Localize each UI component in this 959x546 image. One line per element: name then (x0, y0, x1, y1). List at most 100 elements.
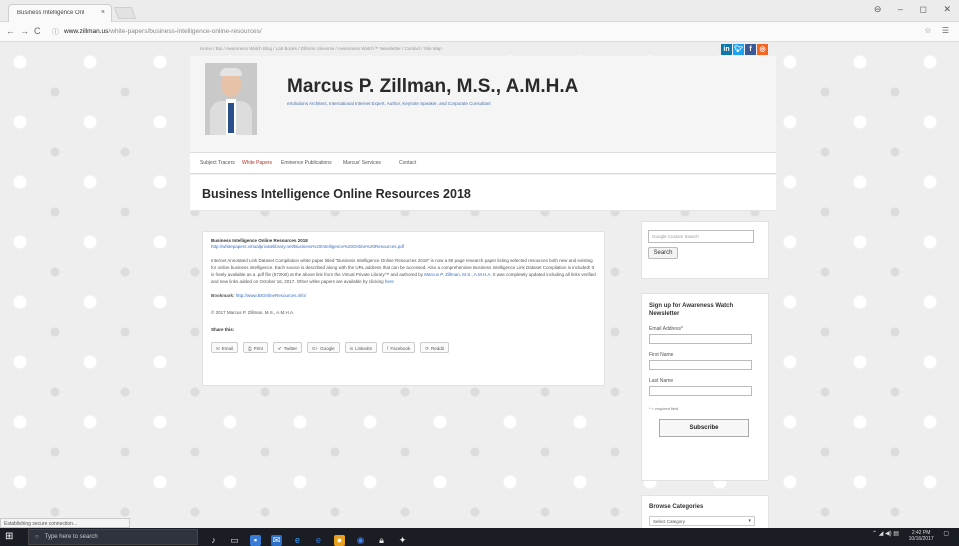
taskbar-search-input[interactable]: ○ Type here to search (28, 529, 198, 545)
site-wrapper: Home / Bio / Awareness Watch Blog / Lab … (190, 42, 776, 528)
nav-item-contact[interactable]: Contact (399, 160, 416, 166)
lock-icon[interactable]: 🔒︎ (376, 535, 387, 546)
keyboard-icon[interactable]: ▤ (893, 531, 899, 537)
facebook-icon[interactable]: f (745, 44, 756, 55)
ie-icon[interactable]: e (313, 535, 324, 546)
author-link[interactable]: Marcus P. Zillman, M.S., A.M.H.A (424, 272, 490, 277)
url-path: /white-papers/business-intelligence-onli… (108, 28, 262, 35)
share-email-button[interactable]: ✉ Email (211, 342, 239, 353)
site-title[interactable]: Marcus P. Zillman, M.S., A.M.H.A (287, 76, 578, 98)
volume-icon[interactable]: ◀) (885, 531, 892, 537)
mic-icon[interactable]: ♪ (208, 535, 219, 546)
app-icon[interactable]: ✦ (397, 535, 408, 546)
star-icon[interactable]: ☆ (924, 26, 931, 35)
categories-widget: Browse Categories Select Category ▾ (641, 495, 769, 528)
share-facebook-button[interactable]: f Facebook (382, 342, 416, 353)
tray-up-icon[interactable]: ⌃ (872, 531, 877, 537)
rss-icon[interactable]: ◎ (757, 44, 768, 55)
google-search-input[interactable]: Google Custom Search (648, 230, 754, 243)
new-tab-button[interactable] (113, 7, 137, 19)
window-controls: ⊖ – ◻ ✕ (860, 4, 951, 15)
address-bar-actions: ☆ ☰ (916, 26, 949, 35)
email-icon: ✉ (216, 346, 220, 351)
minimize-button[interactable]: – (898, 4, 903, 14)
chrome-icon[interactable]: ◉ (355, 535, 366, 546)
share-linkedin-button[interactable]: in LinkedIn (344, 342, 378, 353)
email-label: Email Address* (649, 326, 683, 332)
nav-item-eminence-publications[interactable]: Eminence Publications (281, 160, 332, 166)
required-note: * = required field (649, 406, 679, 411)
category-select[interactable]: Select Category ▾ (649, 516, 755, 526)
categories-title: Browse Categories (649, 504, 704, 510)
first-name-field[interactable] (649, 360, 752, 370)
system-tray: ⌃ ◢ ◀) ▤ 2:42 PM 10/16/2017 ▢ (872, 530, 949, 542)
search-button[interactable]: Search (648, 247, 678, 259)
edge-icon[interactable]: e (292, 535, 303, 546)
share-print-button[interactable]: ⎙ Print (243, 342, 268, 353)
subscribe-button[interactable]: Subscribe (659, 419, 749, 437)
store-icon[interactable]: ▪ (250, 535, 261, 546)
article-content: Business Intelligence Online Resources 2… (202, 231, 605, 386)
author-portrait (205, 63, 257, 135)
firefox-icon[interactable]: ● (334, 535, 345, 546)
site-subtitle: eSolutions Architect, International Inte… (287, 101, 491, 106)
search-icon: ○ (35, 534, 39, 540)
nav-item-white-papers[interactable]: White Papers (242, 160, 272, 166)
bookmark-link[interactable]: http://www.BIOnlineResources.info/ (236, 293, 307, 298)
tab-close-icon[interactable]: × (101, 9, 105, 16)
search-widget: Google Custom Search Search (641, 221, 769, 279)
twitter-icon: ✔ (277, 346, 282, 351)
forward-icon[interactable]: → (20, 26, 29, 36)
top-links: Home / Bio / Awareness Watch Blog / Lab … (190, 42, 776, 56)
maximize-button[interactable]: ◻ (919, 4, 926, 14)
email-field[interactable] (649, 334, 752, 344)
back-icon[interactable]: ← (6, 26, 15, 36)
last-name-field[interactable] (649, 386, 752, 396)
share-label: Share this: (211, 327, 235, 332)
share-buttons: ✉ Email ⎙ Print ✔ Twitter G+ Google in LinkedIn f F… (211, 337, 596, 355)
tab-title: Business Intelligence Onl (17, 10, 85, 16)
mail-icon[interactable]: ✉ (271, 535, 282, 546)
menu-icon[interactable]: ☰ (942, 26, 949, 35)
social-icons: in 🐦︎ f ◎ (720, 44, 768, 55)
reddit-icon: ⟳ (425, 346, 429, 351)
google-plus-icon: G+ (311, 346, 319, 351)
last-name-label: Last Name (649, 378, 674, 384)
status-bar: Establishing secure connection... (0, 518, 130, 528)
clock[interactable]: 2:42 PM 10/16/2017 (909, 530, 934, 542)
linkedin-icon: in (349, 346, 354, 351)
share-twitter-button[interactable]: ✔ Twitter (272, 342, 302, 353)
url-input[interactable]: ⓘ www.zillman.us/white-papers/business-i… (52, 25, 922, 39)
nav-item-marcus-services[interactable]: Marcus' Services (343, 160, 381, 166)
main-nav: Subject Tracers White Papers Eminence Pu… (190, 152, 776, 174)
page-title-box: Business Intelligence Online Resources 2… (190, 175, 776, 211)
close-window-button[interactable]: ✕ (943, 4, 951, 14)
windows-start-icon[interactable]: ⊞ (5, 531, 13, 542)
article-subtitle: Business Intelligence Online Resources 2… (211, 238, 308, 243)
info-icon[interactable]: ⓘ (52, 27, 59, 37)
nav-item-subject-tracers[interactable]: Subject Tracers (200, 160, 235, 166)
share-reddit-button[interactable]: ⟳ Reddit (420, 342, 449, 353)
reload-icon[interactable]: C (34, 26, 41, 36)
site-header: Marcus P. Zillman, M.S., A.M.H.A eSoluti… (190, 56, 776, 152)
newsletter-signup-widget: Sign up for Awareness Watch Newsletter E… (641, 293, 769, 481)
linkedin-icon[interactable]: in (721, 44, 732, 55)
browser-tab[interactable]: Business Intelligence Onl × (8, 4, 112, 22)
share-google-button[interactable]: G+ Google (306, 342, 340, 353)
pinned-apps: ♪ ▭ ▪ ✉ e e ● ◉ 🔒︎ ✦ (208, 530, 418, 546)
notifications-icon[interactable]: ▢ (943, 531, 949, 537)
network-icon[interactable]: ◢ (879, 531, 884, 537)
page-title: Business Intelligence Online Resources 2… (202, 187, 471, 201)
first-name-label: First Name (649, 352, 674, 358)
here-link[interactable]: here (385, 279, 394, 284)
task-view-icon[interactable]: ▭ (229, 535, 240, 546)
twitter-icon[interactable]: 🐦︎ (733, 44, 744, 55)
bookmark-line: Bookmark: http://www.BIOnlineResources.i… (211, 293, 307, 298)
signup-title: Sign up for Awareness Watch Newsletter (649, 303, 734, 317)
chevron-down-icon: ▾ (748, 518, 751, 524)
pdf-link[interactable]: http://whitepapers.virtualprivatelibrary… (211, 244, 596, 249)
address-bar: ← → C ⓘ www.zillman.us/white-papers/busi… (0, 22, 959, 42)
top-links-text[interactable]: Home / Bio / Awareness Watch Blog / Lab … (200, 46, 442, 51)
profile-icon[interactable]: ⊖ (874, 4, 882, 14)
url-host: www.zillman.us (64, 28, 109, 35)
